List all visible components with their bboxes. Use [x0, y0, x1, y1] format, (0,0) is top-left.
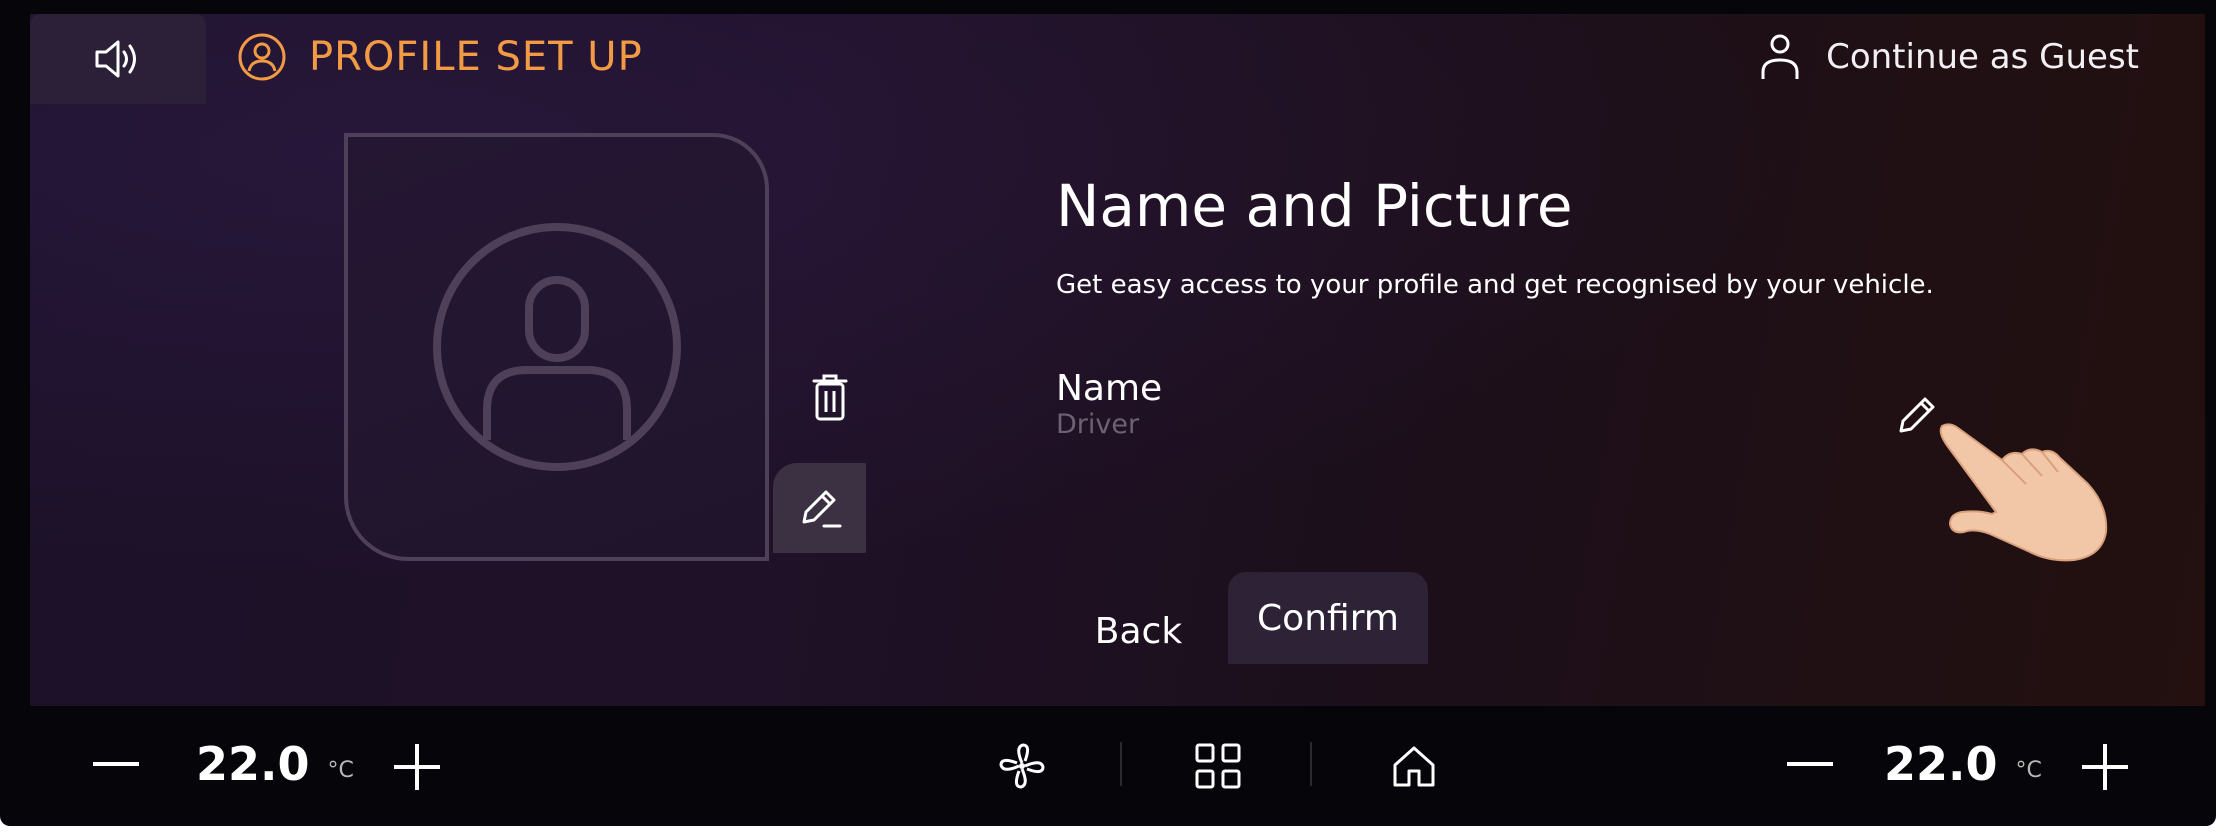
sound-button[interactable] [30, 14, 206, 104]
header-title-group: PROFILE SET UP [237, 32, 643, 82]
minus-icon [1787, 762, 1833, 766]
apps-button[interactable] [1190, 738, 1246, 794]
main-screen: PROFILE SET UP Continue as Guest Name an… [30, 14, 2205, 706]
delete-photo-button[interactable] [792, 359, 868, 435]
back-button[interactable]: Back [1076, 586, 1201, 676]
pointing-hand-icon [1939, 423, 2108, 562]
home-button[interactable] [1386, 738, 1442, 794]
apps-grid-icon [1195, 743, 1241, 789]
plus-icon [2082, 744, 2128, 790]
left-temp-decrease-button[interactable] [86, 742, 146, 786]
edit-photo-button[interactable] [773, 463, 866, 553]
left-temp-unit: °C [327, 757, 354, 783]
trash-icon [812, 374, 848, 421]
person-icon [1761, 34, 1799, 79]
section-subtitle: Get easy access to your profile and get … [1056, 270, 1934, 300]
left-temp-increase-button[interactable] [392, 742, 442, 792]
right-temp-unit: °C [2015, 757, 2042, 783]
continue-as-guest-button[interactable]: Continue as Guest [1760, 32, 2139, 82]
plus-icon [394, 744, 440, 790]
avatar-placeholder-icon [432, 223, 681, 471]
page-title: PROFILE SET UP [309, 34, 643, 80]
left-temp-value: 22.0 [196, 737, 310, 791]
edit-icon [802, 490, 841, 528]
name-field-label: Name [1056, 368, 1163, 409]
speaker-icon [95, 40, 136, 78]
minus-icon [93, 762, 139, 766]
bar-divider [1310, 742, 1312, 786]
fan-icon [999, 743, 1045, 789]
left-temperature: 22.0 °C [196, 736, 354, 792]
right-temp-value: 22.0 [1884, 737, 1998, 791]
home-icon [1393, 746, 1435, 787]
guest-label: Continue as Guest [1826, 37, 2139, 77]
profile-picture[interactable] [344, 133, 769, 561]
right-temp-decrease-button[interactable] [1780, 742, 1840, 786]
bar-divider [1120, 742, 1122, 786]
display-frame: PROFILE SET UP Continue as Guest Name an… [0, 0, 2216, 826]
right-temp-increase-button[interactable] [2080, 742, 2130, 792]
profile-circle-icon [238, 33, 286, 81]
right-temperature: 22.0 °C [1884, 736, 2042, 792]
confirm-button[interactable]: Confirm [1228, 572, 1428, 664]
name-field-value: Driver [1056, 409, 1140, 440]
section-heading: Name and Picture [1056, 172, 1573, 240]
fan-button[interactable] [994, 738, 1050, 794]
